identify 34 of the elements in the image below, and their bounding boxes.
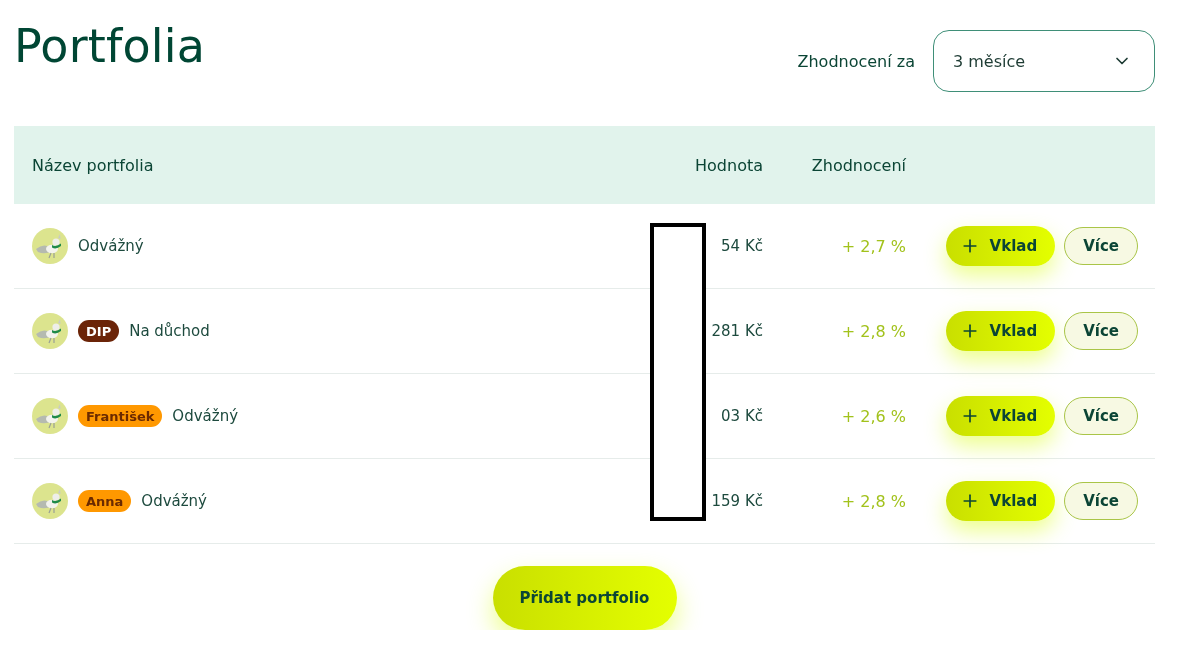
more-button[interactable]: Více	[1064, 227, 1138, 265]
bird-avatar-icon	[32, 228, 68, 264]
filter-label: Zhodnocení za	[797, 51, 915, 71]
portfolio-value: 03 Kč	[721, 407, 763, 425]
portfolio-return: + 2,8 %	[841, 321, 906, 341]
portfolio-value: 54 Kč	[721, 237, 763, 255]
portfolio-name: Odvážný	[78, 237, 144, 255]
deposit-button[interactable]: Vklad	[945, 226, 1056, 266]
bird-avatar-icon	[32, 313, 68, 349]
portfolio-tag: František	[78, 405, 163, 427]
column-header: Zhodnocení	[811, 155, 906, 175]
bird-avatar-icon	[32, 398, 68, 434]
portfolio-value: 159 Kč	[711, 492, 763, 510]
portfolio-name: Odvážný	[141, 492, 207, 510]
deposit-button[interactable]: Vklad	[945, 311, 1056, 351]
portfolio-tag: Anna	[78, 490, 132, 512]
deposit-button[interactable]: Vklad	[945, 396, 1056, 436]
more-button[interactable]: Více	[1064, 482, 1138, 520]
bird-avatar-icon	[32, 483, 68, 519]
column-header: Hodnota	[695, 155, 763, 175]
portfolio-return: + 2,6 %	[841, 406, 906, 426]
portfolio-value: 281 Kč	[711, 322, 763, 340]
portfolio-return: + 2,7 %	[841, 236, 906, 256]
portfolio-name: Odvážný	[172, 407, 238, 425]
more-button[interactable]: Více	[1064, 397, 1138, 435]
portfolio-tag: DIP	[78, 320, 120, 342]
portfolio-name: Na důchod	[129, 322, 210, 340]
more-button[interactable]: Více	[1064, 312, 1138, 350]
add-portfolio-button[interactable]: Přidat portfolio	[492, 566, 677, 630]
portfolio-return: + 2,8 %	[841, 491, 906, 511]
page-title: Portfolia	[14, 18, 206, 74]
period-select[interactable]: 3 měsíce	[933, 30, 1155, 92]
deposit-button[interactable]: Vklad	[945, 481, 1056, 521]
column-header: Název portfolia	[32, 155, 154, 175]
